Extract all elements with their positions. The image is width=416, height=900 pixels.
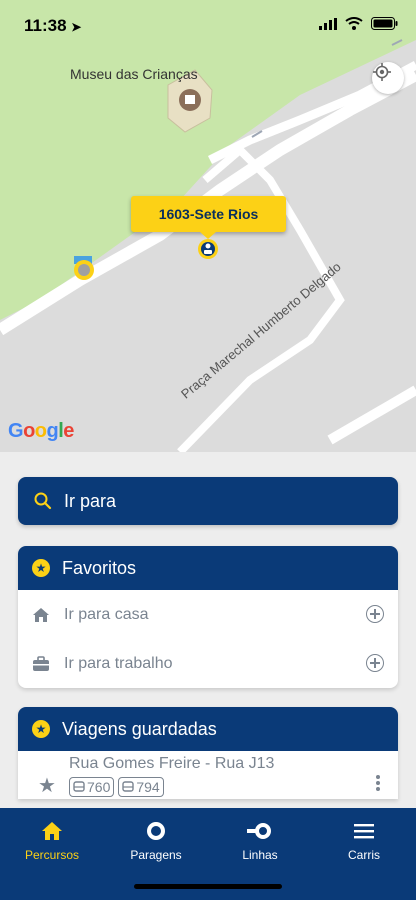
battery-icon xyxy=(371,17,398,30)
stop-circle-icon xyxy=(147,822,165,840)
bus-line-badge: 760 xyxy=(69,777,115,797)
favorite-work-label: Ir para trabalho xyxy=(64,654,173,672)
tab-percursos[interactable]: Percursos xyxy=(0,818,104,862)
google-logo-letter: e xyxy=(63,420,74,442)
status-icons xyxy=(319,17,398,30)
favorite-work-row[interactable]: Ir para trabalho xyxy=(18,639,398,688)
bus-line-badge: 794 xyxy=(118,777,164,797)
line-badges: 760 794 xyxy=(69,777,164,797)
location-arrow-icon: ➤ xyxy=(71,20,82,34)
tab-linhas[interactable]: Linhas xyxy=(208,818,312,862)
wifi-icon xyxy=(345,17,363,30)
add-circle-icon[interactable] xyxy=(366,605,384,623)
tab-label: Percursos xyxy=(24,848,80,862)
search-label: Ir para xyxy=(64,490,117,511)
locate-me-button[interactable] xyxy=(372,62,404,94)
tab-carris[interactable]: Carris xyxy=(312,818,416,862)
lines-icon xyxy=(247,823,271,839)
search-destination-button[interactable]: Ir para xyxy=(18,477,398,525)
star-icon: ★ xyxy=(32,720,50,738)
google-logo-letter: o xyxy=(34,420,47,442)
status-time: 11:38 ➤ xyxy=(24,16,81,36)
home-indicator[interactable] xyxy=(134,884,282,889)
saved-trip-row[interactable]: ★ Rua Gomes Freire - Rua J13 760 794 xyxy=(18,751,398,798)
google-logo: Google xyxy=(8,420,74,443)
google-logo-letter: o xyxy=(23,420,35,442)
bus-line-number: 794 xyxy=(136,779,160,795)
poi-label[interactable]: Museu das Crianças xyxy=(70,66,198,82)
favorites-card: ★ Favoritos Ir para casa Ir para trabalh… xyxy=(18,546,398,688)
time-label: 11:38 xyxy=(24,16,67,35)
map-view[interactable]: Museu das Crianças Praça Marechal Humber… xyxy=(0,0,416,452)
tab-label: Paragens xyxy=(130,848,182,862)
menu-icon xyxy=(354,824,374,839)
bus-icon xyxy=(122,781,135,792)
stop-callout[interactable]: 1603-Sete Rios xyxy=(131,196,286,239)
add-circle-icon[interactable] xyxy=(366,654,384,672)
briefcase-icon xyxy=(33,655,49,671)
tab-label: Linhas xyxy=(242,848,278,862)
stop-callout-label: 1603-Sete Rios xyxy=(158,206,259,222)
star-icon[interactable]: ★ xyxy=(38,773,56,798)
tab-label: Carris xyxy=(348,848,380,862)
saved-trips-header: ★ Viagens guardadas xyxy=(18,707,398,751)
google-logo-letter: g xyxy=(46,420,59,442)
search-icon xyxy=(34,492,52,510)
bus-icon xyxy=(73,781,85,792)
favorite-home-label: Ir para casa xyxy=(64,605,149,623)
favorite-home-row[interactable]: Ir para casa xyxy=(18,590,398,639)
saved-trips-title: Viagens guardadas xyxy=(62,718,217,739)
home-icon xyxy=(33,607,49,622)
home-icon xyxy=(42,822,62,840)
status-bar: 11:38 ➤ xyxy=(0,0,416,52)
signal-icon xyxy=(319,17,337,30)
bus-line-number: 760 xyxy=(87,779,111,795)
star-icon: ★ xyxy=(32,559,50,577)
favorites-header: ★ Favoritos xyxy=(18,546,398,590)
favorites-title: Favoritos xyxy=(62,557,137,578)
crosshair-icon xyxy=(373,63,391,81)
google-logo-letter: G xyxy=(8,420,24,442)
saved-trip-title: Rua Gomes Freire - Rua J13 xyxy=(69,755,275,772)
saved-trips-card: ★ Viagens guardadas ★ Rua Gomes Freire -… xyxy=(18,707,398,799)
tab-paragens[interactable]: Paragens xyxy=(104,818,208,862)
more-options-icon[interactable] xyxy=(376,775,380,791)
